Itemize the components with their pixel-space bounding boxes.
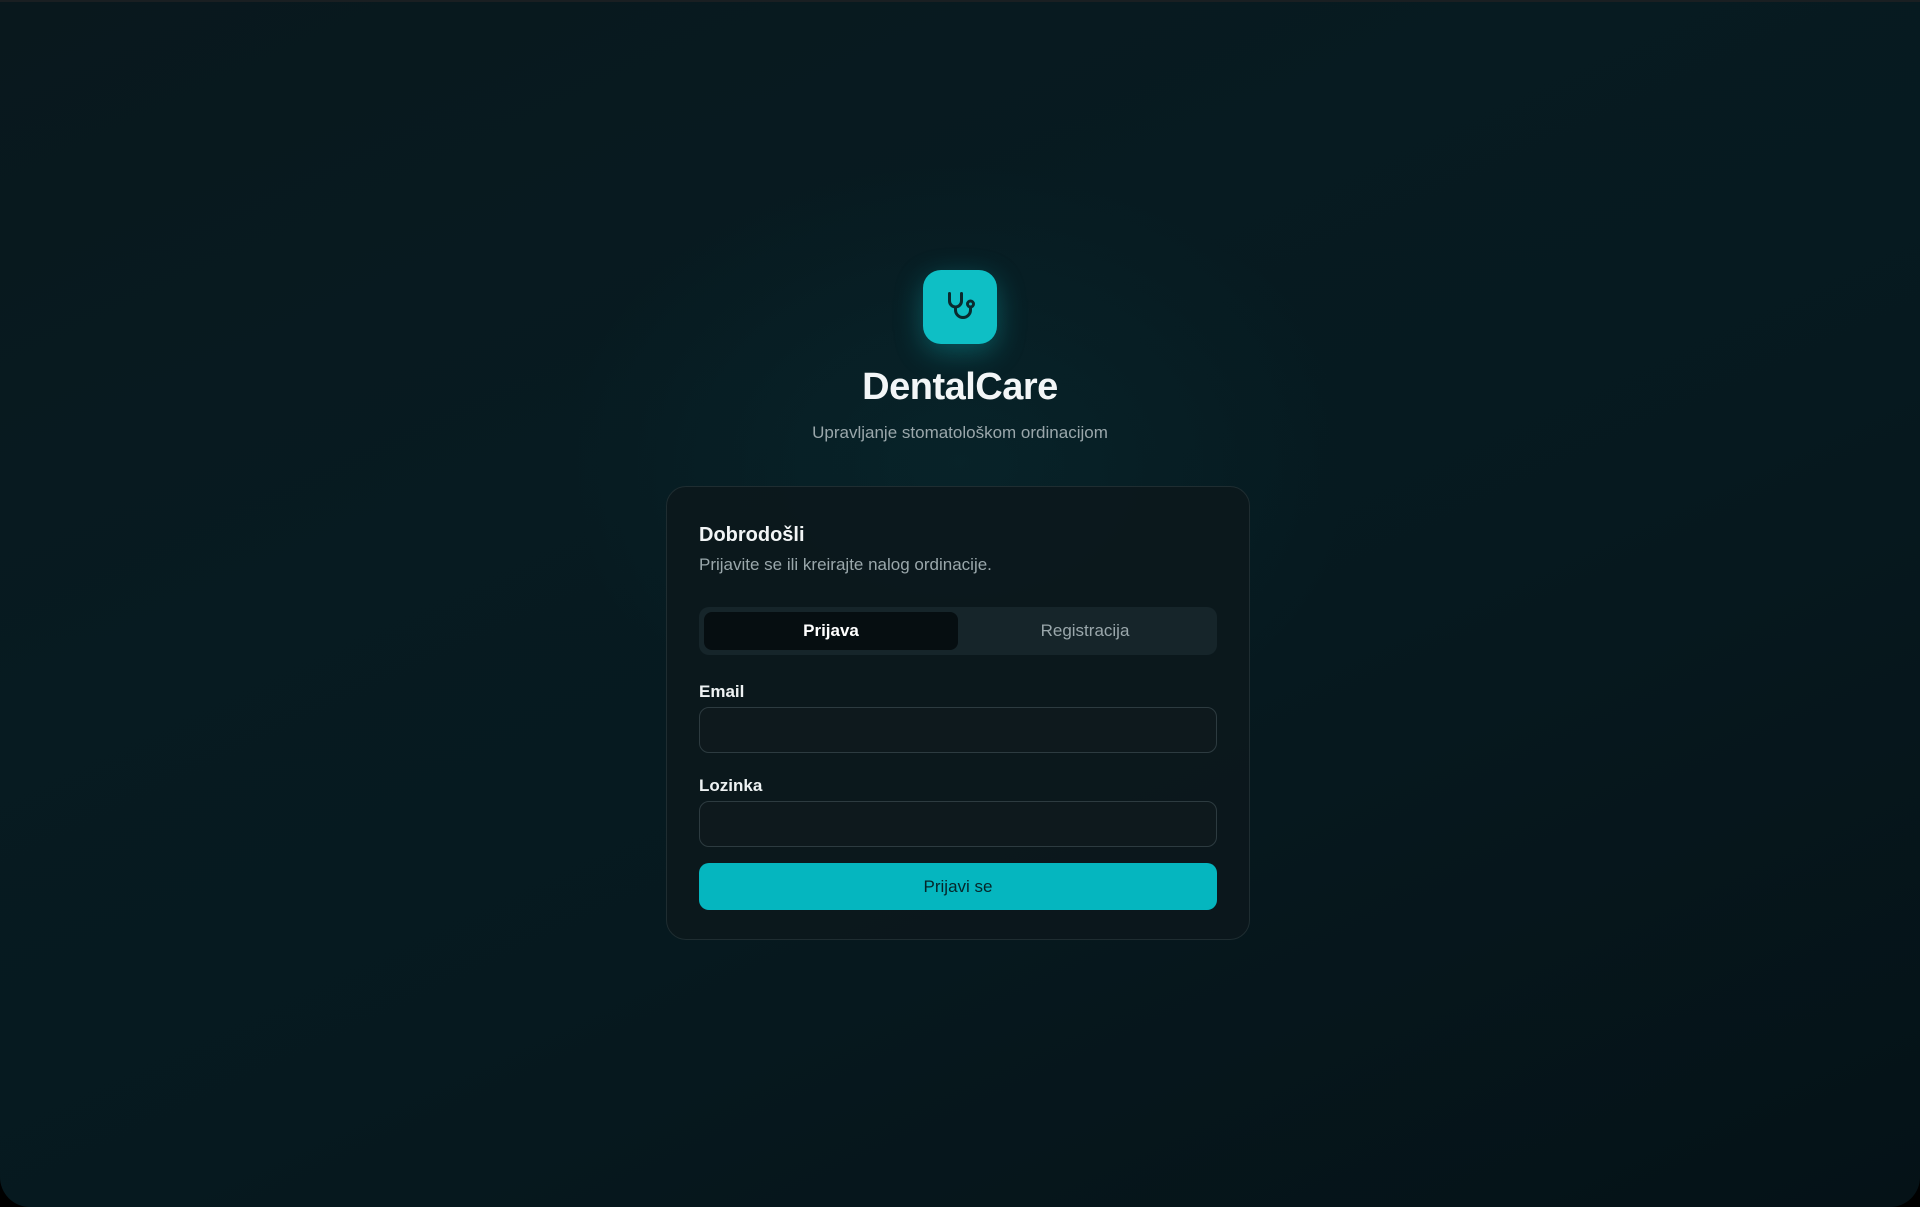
email-field[interactable]	[699, 707, 1217, 754]
tab-register[interactable]: Registracija	[958, 612, 1212, 650]
stethoscope-icon	[948, 292, 975, 319]
app-subtitle: Upravljanje stomatološkom ordinacijom	[812, 423, 1108, 442]
app-title: DentalCare	[862, 366, 1058, 408]
brand-header: DentalCare Upravljanje stomatološkom ord…	[0, 270, 1920, 441]
app-screen: DentalCare Upravljanje stomatološkom ord…	[0, 0, 1920, 1207]
auth-tabs: Prijava Registracija	[699, 607, 1217, 656]
email-label: Email	[699, 682, 745, 702]
app-logo	[923, 270, 997, 344]
login-card: Dobrodošli Prijavite se ili kreirajte na…	[666, 486, 1250, 940]
password-label: Lozinka	[699, 776, 763, 796]
tab-login[interactable]: Prijava	[704, 612, 958, 651]
card-title: Dobrodošli	[699, 524, 805, 546]
login-button[interactable]: Prijavi se	[699, 863, 1217, 911]
password-field[interactable]	[699, 801, 1217, 848]
card-description: Prijavite se ili kreirajte nalog ordinac…	[699, 555, 992, 574]
